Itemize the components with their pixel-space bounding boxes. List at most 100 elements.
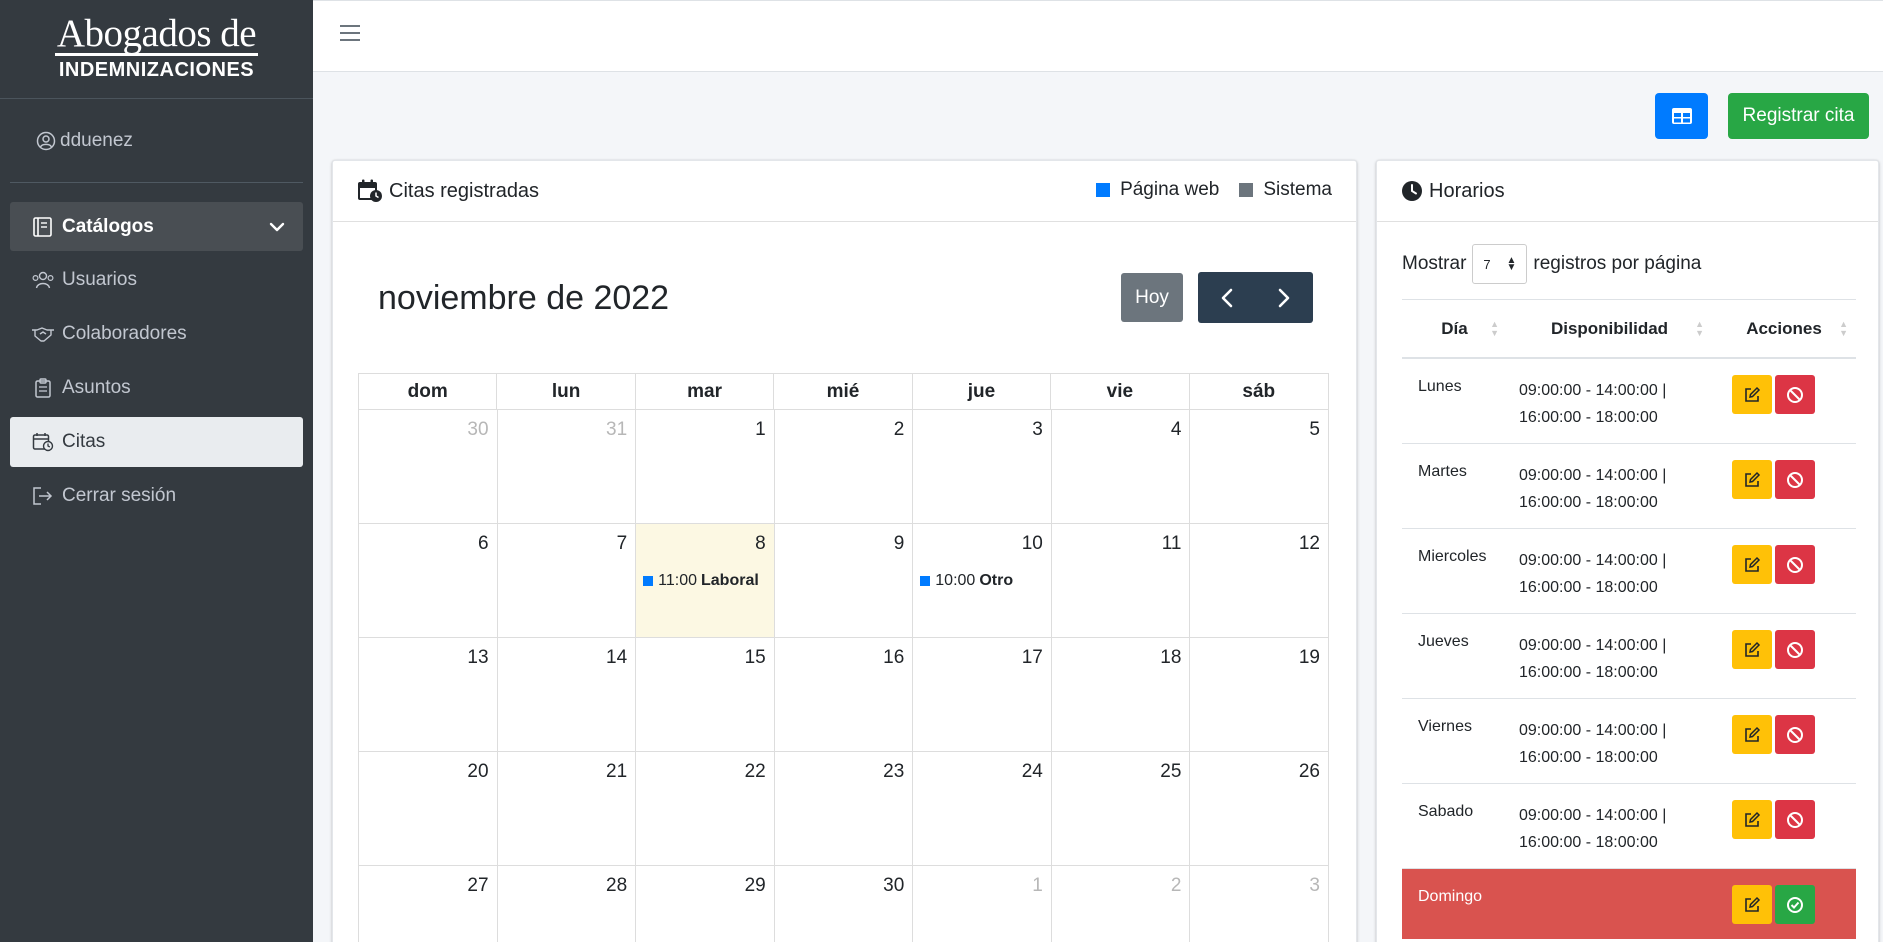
calendar-day[interactable]: 3 <box>1190 866 1329 942</box>
select-arrows-icon: ▲ ▼ <box>1506 255 1517 273</box>
day-number: 14 <box>606 647 628 668</box>
edit-button[interactable] <box>1732 800 1772 839</box>
calendar-day[interactable]: 27 <box>359 866 498 942</box>
day-cell: Sabado <box>1418 803 1474 820</box>
availability-line: 09:00:00 - 14:00:00 | <box>1519 382 1667 399</box>
disable-button[interactable] <box>1775 460 1815 499</box>
actions-cell <box>1712 784 1856 868</box>
calendar-day[interactable]: 13 <box>359 638 498 752</box>
calendar-day[interactable]: 24 <box>913 752 1052 866</box>
sidebar-group-catalogos[interactable]: Catálogos <box>10 202 303 251</box>
calendar-day[interactable]: 1 <box>913 866 1052 942</box>
today-button[interactable]: Hoy <box>1121 273 1183 322</box>
calendar-day[interactable]: 18 <box>1051 638 1191 752</box>
sidebar-item-cerrar-sesion[interactable]: Cerrar sesión <box>10 471 303 521</box>
calendar-day[interactable]: 23 <box>774 752 914 866</box>
calendar-day[interactable]: 10 10:00 Otro <box>913 524 1052 638</box>
sidebar-item-label: Colaboradores <box>62 323 187 344</box>
calendar-day[interactable]: 22 <box>636 752 775 866</box>
edit-button[interactable] <box>1732 885 1772 924</box>
calendar-day[interactable]: 20 <box>359 752 498 866</box>
check-circle-icon <box>1787 896 1803 913</box>
edit-button[interactable] <box>1732 630 1772 669</box>
calendar-clock-icon <box>30 431 56 453</box>
calendar-day[interactable]: 19 <box>1190 638 1329 752</box>
calendar-day[interactable]: 21 <box>497 752 637 866</box>
page-length-select[interactable]: 7 ▲ ▼ <box>1472 244 1528 284</box>
calendar-event[interactable]: 11:00 Laboral <box>643 572 759 590</box>
calendar-day[interactable]: 1 <box>636 410 775 524</box>
sidebar-item-asuntos[interactable]: Asuntos <box>10 363 303 413</box>
event-time: 11:00 <box>658 572 697 589</box>
calendar-day[interactable]: 6 <box>359 524 498 638</box>
edit-button[interactable] <box>1732 375 1772 414</box>
calendar-day[interactable]: 26 <box>1190 752 1329 866</box>
disable-button[interactable] <box>1775 545 1815 584</box>
table-view-button[interactable] <box>1655 93 1708 139</box>
day-number: 6 <box>477 533 489 554</box>
sidebar-item-label: Cerrar sesión <box>62 485 177 506</box>
table-header: Día ▲ ▼ Disponibilidad ▲ ▼ Acciones ▲ ▼ <box>1402 300 1856 359</box>
calendar-day[interactable]: 12 <box>1190 524 1329 638</box>
edit-icon <box>1745 386 1761 402</box>
column-header-acciones[interactable]: Acciones ▲ ▼ <box>1712 300 1856 357</box>
edit-button[interactable] <box>1732 545 1772 584</box>
disable-button[interactable] <box>1775 800 1815 839</box>
availability-cell: 09:00:00 - 14:00:00 | 16:00:00 - 18:00:00 <box>1507 614 1712 698</box>
disable-button[interactable] <box>1775 375 1815 414</box>
day-cell: Lunes <box>1418 378 1462 395</box>
edit-icon <box>1745 811 1761 827</box>
menu-toggle-icon[interactable] <box>340 25 360 43</box>
next-month-button[interactable] <box>1256 272 1314 323</box>
legend-item-sistema: Sistema <box>1239 179 1332 201</box>
column-label: Día <box>1441 318 1468 338</box>
edit-icon <box>1745 896 1761 912</box>
calendar-day[interactable]: 3 <box>913 410 1052 524</box>
column-header-disponibilidad[interactable]: Disponibilidad ▲ ▼ <box>1507 300 1712 357</box>
edit-icon <box>1745 471 1761 487</box>
calendar-weekday-header: dom lun mar mié jue vie sáb <box>358 373 1329 410</box>
calendar-day[interactable]: 31 <box>497 410 637 524</box>
day-number: 2 <box>1170 875 1182 896</box>
sidebar-item-colaboradores[interactable]: Colaboradores <box>10 309 303 359</box>
calendar-day[interactable]: 25 <box>1051 752 1191 866</box>
user-name: dduenez <box>60 129 133 151</box>
calendar-day-today[interactable]: 8 11:00 Laboral <box>636 524 775 638</box>
calendar-day[interactable]: 2 <box>774 410 914 524</box>
calendar-day[interactable]: 16 <box>774 638 914 752</box>
user-panel[interactable]: dduenez <box>10 99 303 183</box>
edit-button[interactable] <box>1732 460 1772 499</box>
page-length-control: Mostrar 7 ▲ ▼ registros por página <box>1402 244 1701 284</box>
calendar-day[interactable]: 4 <box>1051 410 1191 524</box>
calendar-day[interactable]: 30 <box>359 410 498 524</box>
calendar-event[interactable]: 10:00 Otro <box>920 572 1013 590</box>
calendar-day[interactable]: 29 <box>636 866 775 942</box>
disable-button[interactable] <box>1775 715 1815 754</box>
edit-button[interactable] <box>1732 715 1772 754</box>
availability-line: 09:00:00 - 14:00:00 | <box>1519 637 1667 654</box>
column-header-dia[interactable]: Día ▲ ▼ <box>1402 300 1507 357</box>
disable-button[interactable] <box>1775 630 1815 669</box>
calendar-day[interactable]: 11 <box>1051 524 1191 638</box>
register-appointment-button[interactable]: Registrar cita <box>1728 93 1869 139</box>
calendar-day[interactable]: 15 <box>636 638 775 752</box>
calendar-day[interactable]: 17 <box>913 638 1052 752</box>
availability-cell: 09:00:00 - 14:00:00 | 16:00:00 - 18:00:00 <box>1507 359 1712 443</box>
brand-logo[interactable]: Abogados de INDEMNIZACIONES <box>0 0 313 99</box>
availability-line: 16:00:00 - 18:00:00 <box>1519 834 1658 851</box>
enable-button[interactable] <box>1775 885 1815 924</box>
sidebar-item-citas[interactable]: Citas <box>10 417 303 467</box>
prev-month-button[interactable] <box>1198 272 1256 323</box>
calendar-day[interactable]: 5 <box>1190 410 1329 524</box>
calendar-day[interactable]: 9 <box>774 524 914 638</box>
calendar-day[interactable]: 14 <box>497 638 637 752</box>
calendar-day[interactable]: 7 <box>497 524 637 638</box>
calendar-day[interactable]: 28 <box>498 866 637 942</box>
day-number: 25 <box>1160 761 1182 782</box>
day-number: 26 <box>1298 761 1320 782</box>
calendar-day[interactable]: 30 <box>775 866 914 942</box>
calendar-day[interactable]: 2 <box>1052 866 1191 942</box>
schedules-card-header: Horarios <box>1377 161 1878 222</box>
brand-line2: INDEMNIZACIONES <box>58 59 255 81</box>
sidebar-item-usuarios[interactable]: Usuarios <box>10 255 303 305</box>
